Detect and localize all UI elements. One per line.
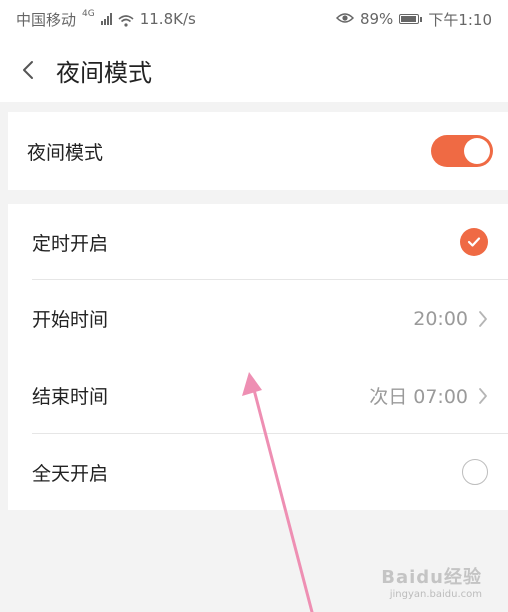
night-mode-toggle[interactable] — [431, 135, 493, 167]
watermark-subtext: jingyan.baidu.com — [389, 589, 482, 600]
all-day-row[interactable]: 全天开启 — [8, 434, 508, 510]
schedule-card: 定时开启 开始时间 20:00 结束时间 次日 07:00 全天开启 — [8, 204, 508, 510]
back-button[interactable] — [0, 38, 56, 102]
chevron-left-icon — [23, 61, 33, 79]
chevron-right-icon — [479, 310, 487, 327]
clock: 下午1:10 — [428, 10, 492, 29]
timed-on-label: 定时开启 — [32, 232, 109, 255]
start-time-value: 20:00 — [413, 307, 468, 330]
status-right: 89% 下午1:10 — [335, 9, 492, 30]
night-mode-label: 夜间模式 — [27, 141, 104, 164]
end-time-label: 结束时间 — [32, 386, 109, 408]
timed-on-row[interactable]: 定时开启 — [8, 204, 508, 280]
watermark-text: Baidu经验 — [381, 567, 482, 588]
start-time-row[interactable]: 开始时间 20:00 — [8, 280, 508, 357]
carrier-name: 中国移动 — [16, 10, 77, 29]
battery-percent: 89% — [359, 10, 394, 28]
night-mode-row: 夜间模式 — [8, 112, 508, 190]
toggle-knob — [464, 138, 490, 164]
chevron-right-icon — [479, 387, 487, 404]
start-time-label: 开始时间 — [32, 309, 109, 331]
network-badge: 4G — [82, 9, 95, 19]
all-day-label: 全天开启 — [32, 462, 109, 485]
network-speed: 11.8K/s — [139, 10, 196, 28]
end-time-row[interactable]: 结束时间 次日 07:00 — [8, 357, 508, 434]
end-time-picker[interactable]: 次日 07:00 — [369, 382, 488, 409]
signal-icon — [100, 13, 112, 25]
status-left: 中国移动 4G 11.8K/s — [16, 9, 196, 30]
app-header: 夜间模式 — [0, 38, 508, 102]
page-title: 夜间模式 — [56, 58, 152, 87]
baidu-watermark: Baidu经验 jingyan.baidu.com — [381, 563, 482, 600]
night-mode-card: 夜间模式 — [8, 112, 508, 190]
end-time-value: 次日 07:00 — [369, 386, 468, 408]
battery-icon — [399, 14, 423, 24]
status-bar: 中国移动 4G 11.8K/s 89% 下午1:10 — [0, 0, 508, 38]
checkmark-icon — [467, 237, 481, 247]
all-day-radio[interactable] — [462, 459, 488, 485]
timed-on-checkbox[interactable] — [460, 228, 488, 256]
eye-comfort-icon — [335, 10, 355, 28]
start-time-picker[interactable]: 20:00 — [413, 308, 488, 330]
wifi-icon — [118, 13, 134, 27]
